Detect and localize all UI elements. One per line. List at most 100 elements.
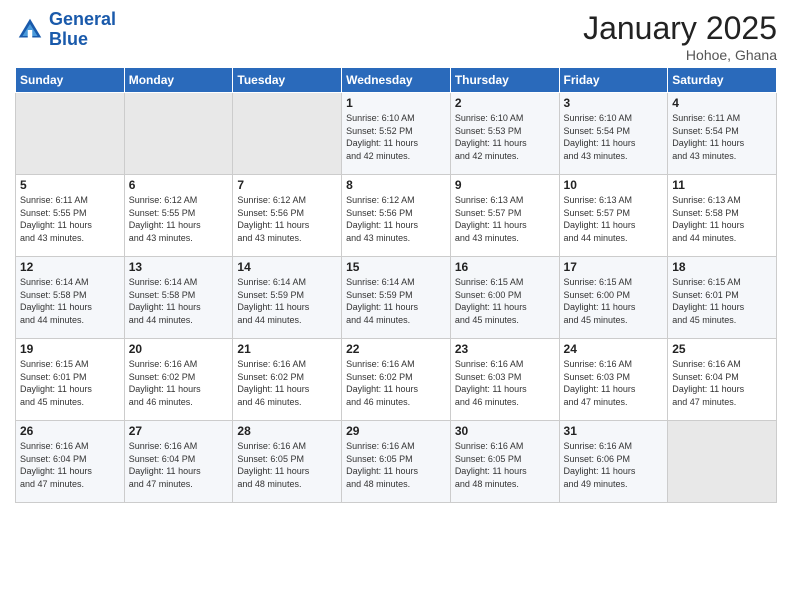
table-row: 20Sunrise: 6:16 AM Sunset: 6:02 PM Dayli… xyxy=(124,339,233,421)
day-number: 7 xyxy=(237,178,337,192)
table-row: 4 Sunrise: 6:11 AM Sunset: 5:54 PM Daylig… xyxy=(668,93,777,175)
day-info: Sunrise: 6:11 AM Sunset: 5:55 PM Dayligh… xyxy=(20,194,120,244)
day-number: 6 xyxy=(129,178,229,192)
day-info: Sunrise: 6:10 AM Sunset: 5:54 PM Dayligh… xyxy=(564,112,664,162)
table-row: 5Sunrise: 6:11 AM Sunset: 5:55 PM Daylig… xyxy=(16,175,125,257)
header-monday: Monday xyxy=(124,68,233,93)
day-number: 26 xyxy=(20,424,120,438)
table-row: 3 Sunrise: 6:10 AM Sunset: 5:54 PM Daylig… xyxy=(559,93,668,175)
day-info: Sunrise: 6:12 AM Sunset: 5:56 PM Dayligh… xyxy=(237,194,337,244)
day-info: Sunrise: 6:16 AM Sunset: 6:05 PM Dayligh… xyxy=(455,440,555,490)
day-number: 4 xyxy=(672,96,772,110)
day-number: 25 xyxy=(672,342,772,356)
day-number: 15 xyxy=(346,260,446,274)
day-info: Sunrise: 6:12 AM Sunset: 5:56 PM Dayligh… xyxy=(346,194,446,244)
day-info: Sunrise: 6:13 AM Sunset: 5:57 PM Dayligh… xyxy=(455,194,555,244)
table-row: 16 Sunrise: 6:15 AM Sunset: 6:00 PM Dayli… xyxy=(450,257,559,339)
day-number: 17 xyxy=(564,260,664,274)
header-saturday: Saturday xyxy=(668,68,777,93)
table-row: 30 Sunrise: 6:16 AM Sunset: 6:05 PM Dayli… xyxy=(450,421,559,503)
table-row xyxy=(124,93,233,175)
table-row: 31 Sunrise: 6:16 AM Sunset: 6:06 PM Dayli… xyxy=(559,421,668,503)
table-row: 15 Sunrise: 6:14 AM Sunset: 5:59 PM Dayli… xyxy=(342,257,451,339)
logo-text: General Blue xyxy=(49,10,116,50)
day-number: 28 xyxy=(237,424,337,438)
day-number: 31 xyxy=(564,424,664,438)
day-number: 23 xyxy=(455,342,555,356)
header-wednesday: Wednesday xyxy=(342,68,451,93)
day-number: 19 xyxy=(20,342,120,356)
day-info: Sunrise: 6:16 AM Sunset: 6:04 PM Dayligh… xyxy=(20,440,120,490)
calendar-container: General Blue January 2025 Hohoe, Ghana S… xyxy=(0,0,792,513)
day-number: 2 xyxy=(455,96,555,110)
table-row: 18Sunrise: 6:15 AM Sunset: 6:01 PM Dayli… xyxy=(668,257,777,339)
header-friday: Friday xyxy=(559,68,668,93)
month-title: January 2025 xyxy=(583,10,777,47)
day-number: 12 xyxy=(20,260,120,274)
day-number: 22 xyxy=(346,342,446,356)
day-info: Sunrise: 6:16 AM Sunset: 6:06 PM Dayligh… xyxy=(564,440,664,490)
day-info: Sunrise: 6:12 AM Sunset: 5:55 PM Dayligh… xyxy=(129,194,229,244)
table-row xyxy=(233,93,342,175)
day-info: Sunrise: 6:16 AM Sunset: 6:02 PM Dayligh… xyxy=(129,358,229,408)
day-info: Sunrise: 6:16 AM Sunset: 6:04 PM Dayligh… xyxy=(672,358,772,408)
calendar-header: Sunday Monday Tuesday Wednesday Thursday… xyxy=(16,68,777,93)
table-row: 6 Sunrise: 6:12 AM Sunset: 5:55 PM Daylig… xyxy=(124,175,233,257)
day-info: Sunrise: 6:16 AM Sunset: 6:05 PM Dayligh… xyxy=(346,440,446,490)
day-number: 13 xyxy=(129,260,229,274)
day-number: 30 xyxy=(455,424,555,438)
day-number: 14 xyxy=(237,260,337,274)
table-row: 11 Sunrise: 6:13 AM Sunset: 5:58 PM Dayli… xyxy=(668,175,777,257)
header-sunday: Sunday xyxy=(16,68,125,93)
table-row: 2 Sunrise: 6:10 AM Sunset: 5:53 PM Daylig… xyxy=(450,93,559,175)
table-row: 22 Sunrise: 6:16 AM Sunset: 6:02 PM Dayli… xyxy=(342,339,451,421)
header-thursday: Thursday xyxy=(450,68,559,93)
table-row: 12Sunrise: 6:14 AM Sunset: 5:58 PM Dayli… xyxy=(16,257,125,339)
day-info: Sunrise: 6:13 AM Sunset: 5:58 PM Dayligh… xyxy=(672,194,772,244)
table-row: 9Sunrise: 6:13 AM Sunset: 5:57 PM Daylig… xyxy=(450,175,559,257)
day-number: 11 xyxy=(672,178,772,192)
day-number: 29 xyxy=(346,424,446,438)
day-info: Sunrise: 6:16 AM Sunset: 6:03 PM Dayligh… xyxy=(564,358,664,408)
table-row: 21Sunrise: 6:16 AM Sunset: 6:02 PM Dayli… xyxy=(233,339,342,421)
table-row: 8Sunrise: 6:12 AM Sunset: 5:56 PM Daylig… xyxy=(342,175,451,257)
day-number: 3 xyxy=(564,96,664,110)
table-row xyxy=(16,93,125,175)
day-info: Sunrise: 6:15 AM Sunset: 6:00 PM Dayligh… xyxy=(455,276,555,326)
table-row: 7 Sunrise: 6:12 AM Sunset: 5:56 PM Daylig… xyxy=(233,175,342,257)
day-info: Sunrise: 6:16 AM Sunset: 6:05 PM Dayligh… xyxy=(237,440,337,490)
table-row: 19 Sunrise: 6:15 AM Sunset: 6:01 PM Dayli… xyxy=(16,339,125,421)
day-info: Sunrise: 6:16 AM Sunset: 6:03 PM Dayligh… xyxy=(455,358,555,408)
day-info: Sunrise: 6:10 AM Sunset: 5:52 PM Dayligh… xyxy=(346,112,446,162)
header: General Blue January 2025 Hohoe, Ghana xyxy=(15,10,777,63)
table-row: 23 Sunrise: 6:16 AM Sunset: 6:03 PM Dayli… xyxy=(450,339,559,421)
day-info: Sunrise: 6:11 AM Sunset: 5:54 PM Dayligh… xyxy=(672,112,772,162)
day-info: Sunrise: 6:13 AM Sunset: 5:57 PM Dayligh… xyxy=(564,194,664,244)
table-row: 28 Sunrise: 6:16 AM Sunset: 6:05 PM Dayli… xyxy=(233,421,342,503)
calendar-body: 1 Sunrise: 6:10 AM Sunset: 5:52 PM Daylig… xyxy=(16,93,777,503)
table-row xyxy=(668,421,777,503)
day-info: Sunrise: 6:14 AM Sunset: 5:59 PM Dayligh… xyxy=(346,276,446,326)
day-info: Sunrise: 6:14 AM Sunset: 5:58 PM Dayligh… xyxy=(129,276,229,326)
day-number: 21 xyxy=(237,342,337,356)
table-row: 24 Sunrise: 6:16 AM Sunset: 6:03 PM Dayli… xyxy=(559,339,668,421)
table-row: 27Sunrise: 6:16 AM Sunset: 6:04 PM Dayli… xyxy=(124,421,233,503)
day-info: Sunrise: 6:15 AM Sunset: 6:01 PM Dayligh… xyxy=(20,358,120,408)
title-block: January 2025 Hohoe, Ghana xyxy=(583,10,777,63)
header-tuesday: Tuesday xyxy=(233,68,342,93)
day-number: 16 xyxy=(455,260,555,274)
location: Hohoe, Ghana xyxy=(583,47,777,63)
day-info: Sunrise: 6:14 AM Sunset: 5:59 PM Dayligh… xyxy=(237,276,337,326)
day-info: Sunrise: 6:15 AM Sunset: 6:00 PM Dayligh… xyxy=(564,276,664,326)
day-info: Sunrise: 6:16 AM Sunset: 6:02 PM Dayligh… xyxy=(346,358,446,408)
day-number: 1 xyxy=(346,96,446,110)
day-number: 24 xyxy=(564,342,664,356)
day-number: 10 xyxy=(564,178,664,192)
calendar-table: Sunday Monday Tuesday Wednesday Thursday… xyxy=(15,67,777,503)
day-info: Sunrise: 6:16 AM Sunset: 6:04 PM Dayligh… xyxy=(129,440,229,490)
day-info: Sunrise: 6:15 AM Sunset: 6:01 PM Dayligh… xyxy=(672,276,772,326)
logo: General Blue xyxy=(15,10,116,50)
table-row: 25 Sunrise: 6:16 AM Sunset: 6:04 PM Dayli… xyxy=(668,339,777,421)
logo-icon xyxy=(15,15,45,45)
day-info: Sunrise: 6:10 AM Sunset: 5:53 PM Dayligh… xyxy=(455,112,555,162)
